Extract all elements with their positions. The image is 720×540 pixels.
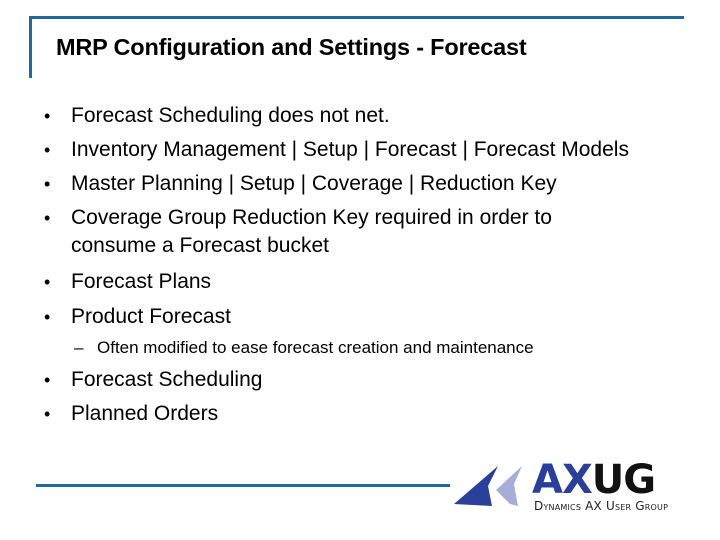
bullet-text: Forecast Plans [71, 270, 212, 293]
title-frame-top-rule [29, 16, 684, 19]
logo-wordmark: AXUG [532, 457, 656, 503]
logo-tagline: Dynamics AX User Group [534, 499, 669, 513]
bullet-dot-icon: • [44, 174, 51, 194]
bullet-text: Inventory Management | Setup | Forecast … [71, 138, 629, 161]
bullet-text: Forecast Scheduling does not net. [71, 104, 390, 127]
bullet-dot-icon: • [44, 272, 51, 292]
bullet-dot-icon: • [44, 208, 51, 228]
bullet-dot-icon: • [44, 370, 51, 390]
bullet-dot-icon: • [44, 106, 51, 126]
logo-ug-text: UG [591, 457, 656, 503]
bullet-dot-icon: • [44, 307, 51, 327]
bullet-text: Coverage Group Reduction Key required in… [71, 206, 552, 229]
slide-title: MRP Configuration and Settings - Forecas… [56, 34, 527, 60]
bullet-text: Planned Orders [71, 402, 219, 425]
bullet-dot-icon: • [44, 140, 51, 160]
swoosh-dark-shape [454, 466, 498, 506]
axug-logo: AXUG Dynamics AX User Group [452, 458, 712, 518]
logo-ax-text: AX [532, 457, 593, 503]
bullet-dot-icon: • [44, 404, 51, 424]
bullet-text: Master Planning | Setup | Coverage | Red… [71, 172, 557, 195]
dash-icon: – [74, 338, 84, 357]
sub-bullet-text: Often modified to ease forecast creation… [97, 338, 534, 357]
footer-rule [36, 484, 450, 487]
bullet-text: Forecast Scheduling [71, 368, 263, 391]
swoosh-light-shape [496, 466, 522, 506]
bullet-text: Product Forecast [71, 305, 231, 328]
bullet-text-continuation: consume a Forecast bucket [71, 234, 329, 257]
swoosh-icon [454, 466, 522, 506]
title-frame-left-rule [29, 16, 32, 78]
